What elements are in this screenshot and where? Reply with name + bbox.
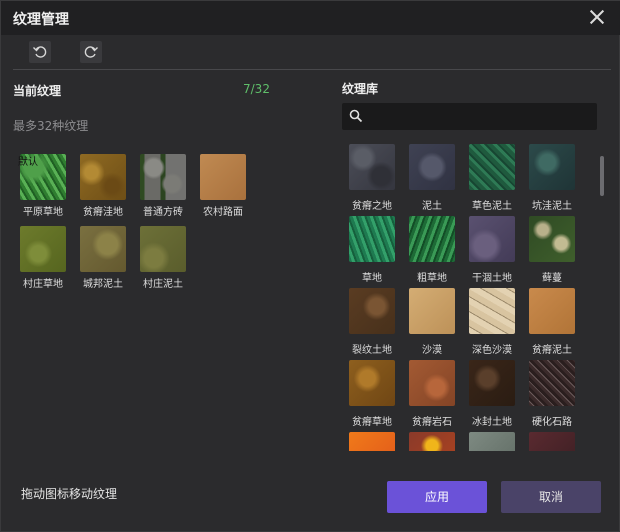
current-texture-tile[interactable] <box>20 226 66 272</box>
default-tag: 默认 <box>18 157 38 168</box>
redo-button[interactable] <box>80 41 102 63</box>
drag-hint: 拖动图标移动纹理 <box>21 487 118 501</box>
undo-button[interactable] <box>29 41 51 63</box>
apply-button[interactable]: 应用 <box>387 481 487 513</box>
library-texture-tile[interactable] <box>349 216 395 262</box>
search-icon <box>349 109 363 123</box>
library-texture-label: 藓蔓 <box>542 273 562 284</box>
library-texture-label: 贫瘠泥土 <box>532 345 572 356</box>
current-texture-tile[interactable] <box>80 154 126 200</box>
texture-manager-dialog: 纹理管理 当前纹理 7/32 最多32种纹理 默认 平原草地 贫瘠洼地 普通方砖… <box>0 0 620 532</box>
library-texture-tile[interactable] <box>349 432 395 451</box>
current-texture-tile[interactable] <box>140 154 186 200</box>
current-texture-label: 村庄泥土 <box>143 279 183 290</box>
library-texture-tile[interactable] <box>469 288 515 334</box>
library-texture-tile[interactable] <box>409 432 455 451</box>
library-texture-tile[interactable] <box>469 432 515 451</box>
close-icon[interactable] <box>587 7 607 27</box>
toolbar-divider <box>13 69 611 70</box>
current-texture-tile[interactable] <box>140 226 186 272</box>
library-texture-tile[interactable] <box>529 216 575 262</box>
library-scrollbar[interactable] <box>600 156 604 196</box>
library-texture-tile[interactable] <box>409 288 455 334</box>
current-texture-tile[interactable] <box>80 226 126 272</box>
library-texture-tile[interactable] <box>469 144 515 190</box>
redo-icon <box>84 46 98 58</box>
library-texture-tile[interactable] <box>469 360 515 406</box>
library-texture-tile[interactable] <box>529 144 575 190</box>
library-texture-tile[interactable] <box>409 144 455 190</box>
library-texture-tile[interactable] <box>529 288 575 334</box>
library-texture-tile[interactable] <box>529 360 575 406</box>
library-texture-tile[interactable] <box>409 360 455 406</box>
texture-library-title: 纹理库 <box>342 82 379 96</box>
current-textures-title: 当前纹理 <box>13 84 62 98</box>
texture-library-grid: 贫瘠之地 泥土 草色泥土 坑洼泥土 草地 粗草地 干涸土地 藓蔓 裂纹土地 沙漠… <box>342 138 592 451</box>
library-texture-label: 坑洼泥土 <box>532 201 572 212</box>
library-texture-label: 硬化石路 <box>532 417 572 428</box>
current-texture-tile[interactable] <box>200 154 246 200</box>
library-texture-tile[interactable] <box>349 288 395 334</box>
library-texture-tile[interactable] <box>529 432 575 451</box>
cancel-button[interactable]: 取消 <box>501 481 601 513</box>
library-texture-tile[interactable] <box>409 216 455 262</box>
texture-count: 7/32 <box>243 82 270 96</box>
title-bar: 纹理管理 <box>1 1 620 35</box>
max-textures-hint: 最多32种纹理 <box>13 119 89 133</box>
library-texture-tile[interactable] <box>469 216 515 262</box>
search-box <box>342 103 597 130</box>
library-texture-tile[interactable] <box>349 144 395 190</box>
library-texture-tile[interactable] <box>349 360 395 406</box>
undo-icon <box>33 46 47 58</box>
current-texture-label: 农村路面 <box>203 207 243 218</box>
search-input[interactable] <box>368 108 592 126</box>
dialog-title: 纹理管理 <box>13 12 69 28</box>
